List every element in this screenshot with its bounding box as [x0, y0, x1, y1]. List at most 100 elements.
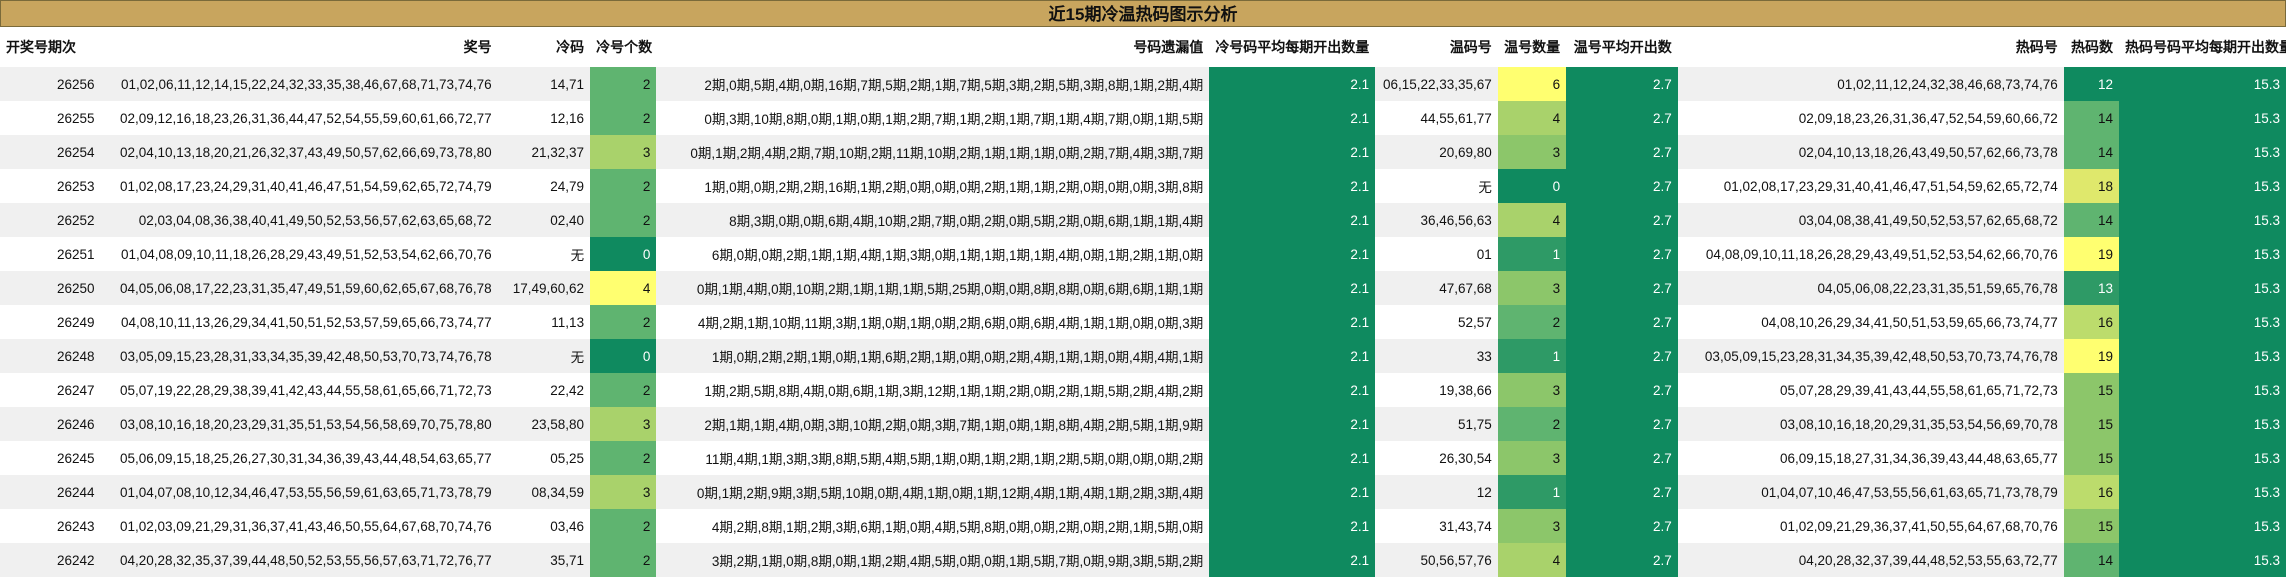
- table-row: 26256 01,02,06,11,12,14,15,22,24,32,33,35…: [0, 67, 2286, 101]
- hot-avg-cell: 15.3: [2119, 543, 2286, 577]
- hot-codes-cell: 03,08,10,16,18,20,29,31,35,53,54,56,69,7…: [1677, 407, 2064, 441]
- cold-avg-cell: 2.1: [1209, 169, 1376, 203]
- cold-codes-cell: 03,46: [497, 509, 591, 543]
- warm-avg-cell: 2.7: [1566, 169, 1678, 203]
- header-issue: 开奖号期次: [0, 27, 101, 67]
- warm-count-cell: 6: [1497, 67, 1567, 101]
- hot-codes-cell: 03,04,08,38,41,49,50,52,53,57,62,65,68,7…: [1677, 203, 2064, 237]
- numbers-cell: 02,09,12,16,18,23,26,31,36,44,47,52,54,5…: [100, 101, 498, 135]
- warm-count-cell: 3: [1497, 441, 1567, 475]
- table-row: 26242 04,20,28,32,35,37,39,44,48,50,52,53…: [0, 543, 2286, 577]
- hot-codes-cell: 03,05,09,15,23,28,31,34,35,39,42,48,50,5…: [1677, 339, 2064, 373]
- hot-avg-cell: 15.3: [2119, 475, 2286, 509]
- warm-avg-cell: 2.7: [1566, 407, 1678, 441]
- issue-cell: 26251: [0, 237, 101, 271]
- hot-codes-cell: 04,08,10,26,29,34,41,50,51,53,59,65,66,7…: [1677, 305, 2064, 339]
- miss-values-cell: 11期,4期,1期,3期,3期,8期,5期,4期,5期,1期,0期,1期,2期,…: [656, 441, 1210, 475]
- warm-count-cell: 4: [1497, 101, 1567, 135]
- hot-codes-cell: 02,09,18,23,26,31,36,47,52,54,59,60,66,7…: [1677, 101, 2064, 135]
- hot-count-cell: 15: [2063, 509, 2120, 543]
- cold-avg-cell: 2.1: [1209, 441, 1376, 475]
- warm-codes-cell: 06,15,22,33,35,67: [1375, 67, 1498, 101]
- cold-count-cell: 2: [590, 543, 657, 577]
- issue-cell: 26252: [0, 203, 101, 237]
- hot-avg-cell: 15.3: [2119, 101, 2286, 135]
- warm-codes-cell: 47,67,68: [1375, 271, 1498, 305]
- table-row: 26249 04,08,10,11,13,26,29,34,41,50,51,52…: [0, 305, 2286, 339]
- hot-avg-cell: 15.3: [2119, 407, 2286, 441]
- cold-count-cell: 2: [590, 67, 657, 101]
- miss-values-cell: 4期,2期,8期,1期,2期,3期,6期,1期,0期,4期,5期,8期,0期,0…: [656, 509, 1210, 543]
- table-body: 26256 01,02,06,11,12,14,15,22,24,32,33,35…: [0, 67, 2286, 577]
- warm-avg-cell: 2.7: [1566, 101, 1678, 135]
- issue-cell: 26254: [0, 135, 101, 169]
- warm-count-cell: 3: [1497, 509, 1567, 543]
- cold-codes-cell: 08,34,59: [497, 475, 591, 509]
- header-cold-avg: 冷号码平均每期开出数量: [1209, 27, 1376, 67]
- table-row: 26255 02,09,12,16,18,23,26,31,36,44,47,52…: [0, 101, 2286, 135]
- header-numbers: 奖号: [100, 27, 498, 67]
- warm-count-cell: 0: [1497, 169, 1567, 203]
- numbers-cell: 05,06,09,15,18,25,26,27,30,31,34,36,39,4…: [100, 441, 498, 475]
- warm-avg-cell: 2.7: [1566, 271, 1678, 305]
- miss-values-cell: 6期,0期,0期,2期,1期,1期,4期,1期,3期,0期,1期,1期,1期,1…: [656, 237, 1210, 271]
- hot-count-cell: 19: [2063, 237, 2120, 271]
- warm-count-cell: 4: [1497, 543, 1567, 577]
- hot-codes-cell: 04,08,09,10,11,18,26,28,29,43,49,51,52,5…: [1677, 237, 2064, 271]
- miss-values-cell: 0期,1期,4期,0期,10期,2期,1期,1期,1期,5期,25期,0期,0期…: [656, 271, 1210, 305]
- hot-codes-cell: 04,20,28,32,37,39,44,48,52,53,55,63,72,7…: [1677, 543, 2064, 577]
- miss-values-cell: 1期,0期,0期,2期,2期,16期,1期,2期,0期,0期,0期,2期,1期,…: [656, 169, 1210, 203]
- warm-count-cell: 1: [1497, 237, 1567, 271]
- cold-codes-cell: 无: [497, 339, 591, 373]
- warm-count-cell: 1: [1497, 339, 1567, 373]
- miss-values-cell: 0期,3期,10期,8期,0期,1期,0期,1期,2期,7期,1期,2期,1期,…: [656, 101, 1210, 135]
- table-row: 26253 01,02,08,17,23,24,29,31,40,41,46,47…: [0, 169, 2286, 203]
- cold-count-cell: 2: [590, 203, 657, 237]
- warm-avg-cell: 2.7: [1566, 237, 1678, 271]
- header-miss-values: 号码遗漏值: [656, 27, 1210, 67]
- hot-count-cell: 16: [2063, 305, 2120, 339]
- hot-avg-cell: 15.3: [2119, 135, 2286, 169]
- header-warm-count: 温号数量: [1497, 27, 1567, 67]
- cold-count-cell: 2: [590, 169, 657, 203]
- cold-count-cell: 3: [590, 135, 657, 169]
- cold-codes-cell: 24,79: [497, 169, 591, 203]
- header-warm-avg: 温号平均开出数: [1566, 27, 1678, 67]
- cold-avg-cell: 2.1: [1209, 135, 1376, 169]
- hot-avg-cell: 15.3: [2119, 305, 2286, 339]
- miss-values-cell: 4期,2期,1期,10期,11期,3期,1期,0期,1期,0期,2期,6期,0期…: [656, 305, 1210, 339]
- table-row: 26245 05,06,09,15,18,25,26,27,30,31,34,36…: [0, 441, 2286, 475]
- hot-count-cell: 15: [2063, 407, 2120, 441]
- table-row: 26250 04,05,06,08,17,22,23,31,35,47,49,51…: [0, 271, 2286, 305]
- cold-avg-cell: 2.1: [1209, 271, 1376, 305]
- warm-count-cell: 3: [1497, 373, 1567, 407]
- cold-codes-cell: 22,42: [497, 373, 591, 407]
- cold-avg-cell: 2.1: [1209, 203, 1376, 237]
- table-row: 26248 03,05,09,15,23,28,31,33,34,35,39,42…: [0, 339, 2286, 373]
- hot-avg-cell: 15.3: [2119, 67, 2286, 101]
- issue-cell: 26242: [0, 543, 101, 577]
- cold-count-cell: 2: [590, 509, 657, 543]
- numbers-cell: 04,20,28,32,35,37,39,44,48,50,52,53,55,5…: [100, 543, 498, 577]
- hot-count-cell: 14: [2063, 203, 2120, 237]
- warm-avg-cell: 2.7: [1566, 543, 1678, 577]
- cold-avg-cell: 2.1: [1209, 305, 1376, 339]
- warm-avg-cell: 2.7: [1566, 67, 1678, 101]
- issue-cell: 26250: [0, 271, 101, 305]
- cold-avg-cell: 2.1: [1209, 373, 1376, 407]
- issue-cell: 26253: [0, 169, 101, 203]
- warm-codes-cell: 01: [1375, 237, 1498, 271]
- hot-codes-cell: 01,02,11,12,24,32,38,46,68,73,74,76: [1677, 67, 2064, 101]
- issue-cell: 26256: [0, 67, 101, 101]
- warm-codes-cell: 36,46,56,63: [1375, 203, 1498, 237]
- cold-avg-cell: 2.1: [1209, 67, 1376, 101]
- hot-count-cell: 18: [2063, 169, 2120, 203]
- cold-avg-cell: 2.1: [1209, 509, 1376, 543]
- numbers-cell: 01,04,08,09,10,11,18,26,28,29,43,49,51,5…: [100, 237, 498, 271]
- warm-count-cell: 3: [1497, 135, 1567, 169]
- numbers-cell: 03,08,10,16,18,20,23,29,31,35,51,53,54,5…: [100, 407, 498, 441]
- hot-avg-cell: 15.3: [2119, 339, 2286, 373]
- hot-avg-cell: 15.3: [2119, 237, 2286, 271]
- cold-count-cell: 2: [590, 441, 657, 475]
- analysis-table: 开奖号期次 奖号 冷码 冷号个数 号码遗漏值 冷号码平均每期开出数量 温码号 温…: [0, 27, 2286, 577]
